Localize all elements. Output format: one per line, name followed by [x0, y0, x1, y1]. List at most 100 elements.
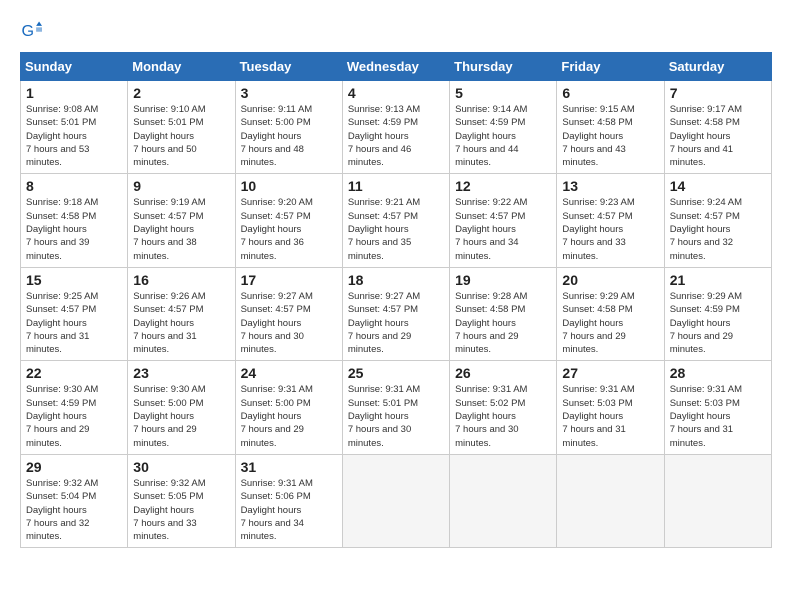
day-info: Sunrise: 9:21 AM Sunset: 4:57 PM Dayligh…: [348, 196, 444, 262]
day-info: Sunrise: 9:30 AM Sunset: 5:00 PM Dayligh…: [133, 383, 229, 449]
day-cell-27: 27 Sunrise: 9:31 AM Sunset: 5:03 PM Dayl…: [557, 361, 664, 454]
day-number: 11: [348, 178, 444, 194]
day-cell-14: 14 Sunrise: 9:24 AM Sunset: 4:57 PM Dayl…: [664, 174, 771, 267]
day-info: Sunrise: 9:31 AM Sunset: 5:02 PM Dayligh…: [455, 383, 551, 449]
svg-text:G: G: [21, 22, 34, 40]
day-cell-26: 26 Sunrise: 9:31 AM Sunset: 5:02 PM Dayl…: [450, 361, 557, 454]
day-number: 4: [348, 85, 444, 101]
day-info: Sunrise: 9:29 AM Sunset: 4:59 PM Dayligh…: [670, 290, 766, 356]
day-number: 3: [241, 85, 337, 101]
calendar-week-2: 8 Sunrise: 9:18 AM Sunset: 4:58 PM Dayli…: [21, 174, 772, 267]
empty-cell: [557, 454, 664, 547]
day-cell-9: 9 Sunrise: 9:19 AM Sunset: 4:57 PM Dayli…: [128, 174, 235, 267]
day-cell-15: 15 Sunrise: 9:25 AM Sunset: 4:57 PM Dayl…: [21, 267, 128, 360]
weekday-header-friday: Friday: [557, 53, 664, 81]
day-cell-1: 1 Sunrise: 9:08 AM Sunset: 5:01 PM Dayli…: [21, 81, 128, 174]
day-info: Sunrise: 9:15 AM Sunset: 4:58 PM Dayligh…: [562, 103, 658, 169]
day-info: Sunrise: 9:19 AM Sunset: 4:57 PM Dayligh…: [133, 196, 229, 262]
weekday-header-thursday: Thursday: [450, 53, 557, 81]
day-cell-5: 5 Sunrise: 9:14 AM Sunset: 4:59 PM Dayli…: [450, 81, 557, 174]
day-info: Sunrise: 9:08 AM Sunset: 5:01 PM Dayligh…: [26, 103, 122, 169]
day-number: 23: [133, 365, 229, 381]
day-info: Sunrise: 9:29 AM Sunset: 4:58 PM Dayligh…: [562, 290, 658, 356]
day-number: 10: [241, 178, 337, 194]
day-info: Sunrise: 9:31 AM Sunset: 5:03 PM Dayligh…: [670, 383, 766, 449]
day-info: Sunrise: 9:26 AM Sunset: 4:57 PM Dayligh…: [133, 290, 229, 356]
day-cell-6: 6 Sunrise: 9:15 AM Sunset: 4:58 PM Dayli…: [557, 81, 664, 174]
day-info: Sunrise: 9:31 AM Sunset: 5:01 PM Dayligh…: [348, 383, 444, 449]
day-number: 18: [348, 272, 444, 288]
empty-cell: [664, 454, 771, 547]
day-info: Sunrise: 9:10 AM Sunset: 5:01 PM Dayligh…: [133, 103, 229, 169]
weekday-header-tuesday: Tuesday: [235, 53, 342, 81]
day-number: 12: [455, 178, 551, 194]
day-cell-10: 10 Sunrise: 9:20 AM Sunset: 4:57 PM Dayl…: [235, 174, 342, 267]
day-info: Sunrise: 9:25 AM Sunset: 4:57 PM Dayligh…: [26, 290, 122, 356]
day-info: Sunrise: 9:28 AM Sunset: 4:58 PM Dayligh…: [455, 290, 551, 356]
day-number: 28: [670, 365, 766, 381]
day-number: 24: [241, 365, 337, 381]
calendar-week-3: 15 Sunrise: 9:25 AM Sunset: 4:57 PM Dayl…: [21, 267, 772, 360]
day-info: Sunrise: 9:22 AM Sunset: 4:57 PM Dayligh…: [455, 196, 551, 262]
day-info: Sunrise: 9:32 AM Sunset: 5:05 PM Dayligh…: [133, 477, 229, 543]
weekday-header-saturday: Saturday: [664, 53, 771, 81]
day-number: 1: [26, 85, 122, 101]
day-number: 2: [133, 85, 229, 101]
day-info: Sunrise: 9:32 AM Sunset: 5:04 PM Dayligh…: [26, 477, 122, 543]
logo: G: [20, 20, 46, 42]
day-cell-13: 13 Sunrise: 9:23 AM Sunset: 4:57 PM Dayl…: [557, 174, 664, 267]
day-number: 13: [562, 178, 658, 194]
day-cell-11: 11 Sunrise: 9:21 AM Sunset: 4:57 PM Dayl…: [342, 174, 449, 267]
day-cell-16: 16 Sunrise: 9:26 AM Sunset: 4:57 PM Dayl…: [128, 267, 235, 360]
day-number: 5: [455, 85, 551, 101]
day-number: 15: [26, 272, 122, 288]
day-cell-8: 8 Sunrise: 9:18 AM Sunset: 4:58 PM Dayli…: [21, 174, 128, 267]
day-number: 31: [241, 459, 337, 475]
day-info: Sunrise: 9:11 AM Sunset: 5:00 PM Dayligh…: [241, 103, 337, 169]
day-number: 27: [562, 365, 658, 381]
empty-cell: [450, 454, 557, 547]
day-info: Sunrise: 9:13 AM Sunset: 4:59 PM Dayligh…: [348, 103, 444, 169]
calendar-week-1: 1 Sunrise: 9:08 AM Sunset: 5:01 PM Dayli…: [21, 81, 772, 174]
day-number: 16: [133, 272, 229, 288]
day-number: 9: [133, 178, 229, 194]
day-cell-4: 4 Sunrise: 9:13 AM Sunset: 4:59 PM Dayli…: [342, 81, 449, 174]
day-number: 8: [26, 178, 122, 194]
empty-cell: [342, 454, 449, 547]
day-number: 17: [241, 272, 337, 288]
day-cell-25: 25 Sunrise: 9:31 AM Sunset: 5:01 PM Dayl…: [342, 361, 449, 454]
weekday-header-wednesday: Wednesday: [342, 53, 449, 81]
day-number: 25: [348, 365, 444, 381]
day-cell-12: 12 Sunrise: 9:22 AM Sunset: 4:57 PM Dayl…: [450, 174, 557, 267]
page-header: G: [20, 20, 772, 42]
day-number: 29: [26, 459, 122, 475]
day-info: Sunrise: 9:23 AM Sunset: 4:57 PM Dayligh…: [562, 196, 658, 262]
day-info: Sunrise: 9:14 AM Sunset: 4:59 PM Dayligh…: [455, 103, 551, 169]
day-number: 19: [455, 272, 551, 288]
day-info: Sunrise: 9:18 AM Sunset: 4:58 PM Dayligh…: [26, 196, 122, 262]
day-number: 30: [133, 459, 229, 475]
logo-icon: G: [20, 20, 42, 42]
day-cell-22: 22 Sunrise: 9:30 AM Sunset: 4:59 PM Dayl…: [21, 361, 128, 454]
day-info: Sunrise: 9:20 AM Sunset: 4:57 PM Dayligh…: [241, 196, 337, 262]
calendar-table: SundayMondayTuesdayWednesdayThursdayFrid…: [20, 52, 772, 548]
day-cell-20: 20 Sunrise: 9:29 AM Sunset: 4:58 PM Dayl…: [557, 267, 664, 360]
day-info: Sunrise: 9:24 AM Sunset: 4:57 PM Dayligh…: [670, 196, 766, 262]
day-info: Sunrise: 9:31 AM Sunset: 5:06 PM Dayligh…: [241, 477, 337, 543]
calendar-week-5: 29 Sunrise: 9:32 AM Sunset: 5:04 PM Dayl…: [21, 454, 772, 547]
day-cell-3: 3 Sunrise: 9:11 AM Sunset: 5:00 PM Dayli…: [235, 81, 342, 174]
day-number: 21: [670, 272, 766, 288]
day-cell-7: 7 Sunrise: 9:17 AM Sunset: 4:58 PM Dayli…: [664, 81, 771, 174]
day-cell-28: 28 Sunrise: 9:31 AM Sunset: 5:03 PM Dayl…: [664, 361, 771, 454]
day-info: Sunrise: 9:27 AM Sunset: 4:57 PM Dayligh…: [348, 290, 444, 356]
day-number: 20: [562, 272, 658, 288]
day-number: 22: [26, 365, 122, 381]
day-cell-2: 2 Sunrise: 9:10 AM Sunset: 5:01 PM Dayli…: [128, 81, 235, 174]
day-cell-19: 19 Sunrise: 9:28 AM Sunset: 4:58 PM Dayl…: [450, 267, 557, 360]
day-cell-24: 24 Sunrise: 9:31 AM Sunset: 5:00 PM Dayl…: [235, 361, 342, 454]
day-number: 6: [562, 85, 658, 101]
calendar-week-4: 22 Sunrise: 9:30 AM Sunset: 4:59 PM Dayl…: [21, 361, 772, 454]
day-number: 26: [455, 365, 551, 381]
day-cell-29: 29 Sunrise: 9:32 AM Sunset: 5:04 PM Dayl…: [21, 454, 128, 547]
day-number: 14: [670, 178, 766, 194]
